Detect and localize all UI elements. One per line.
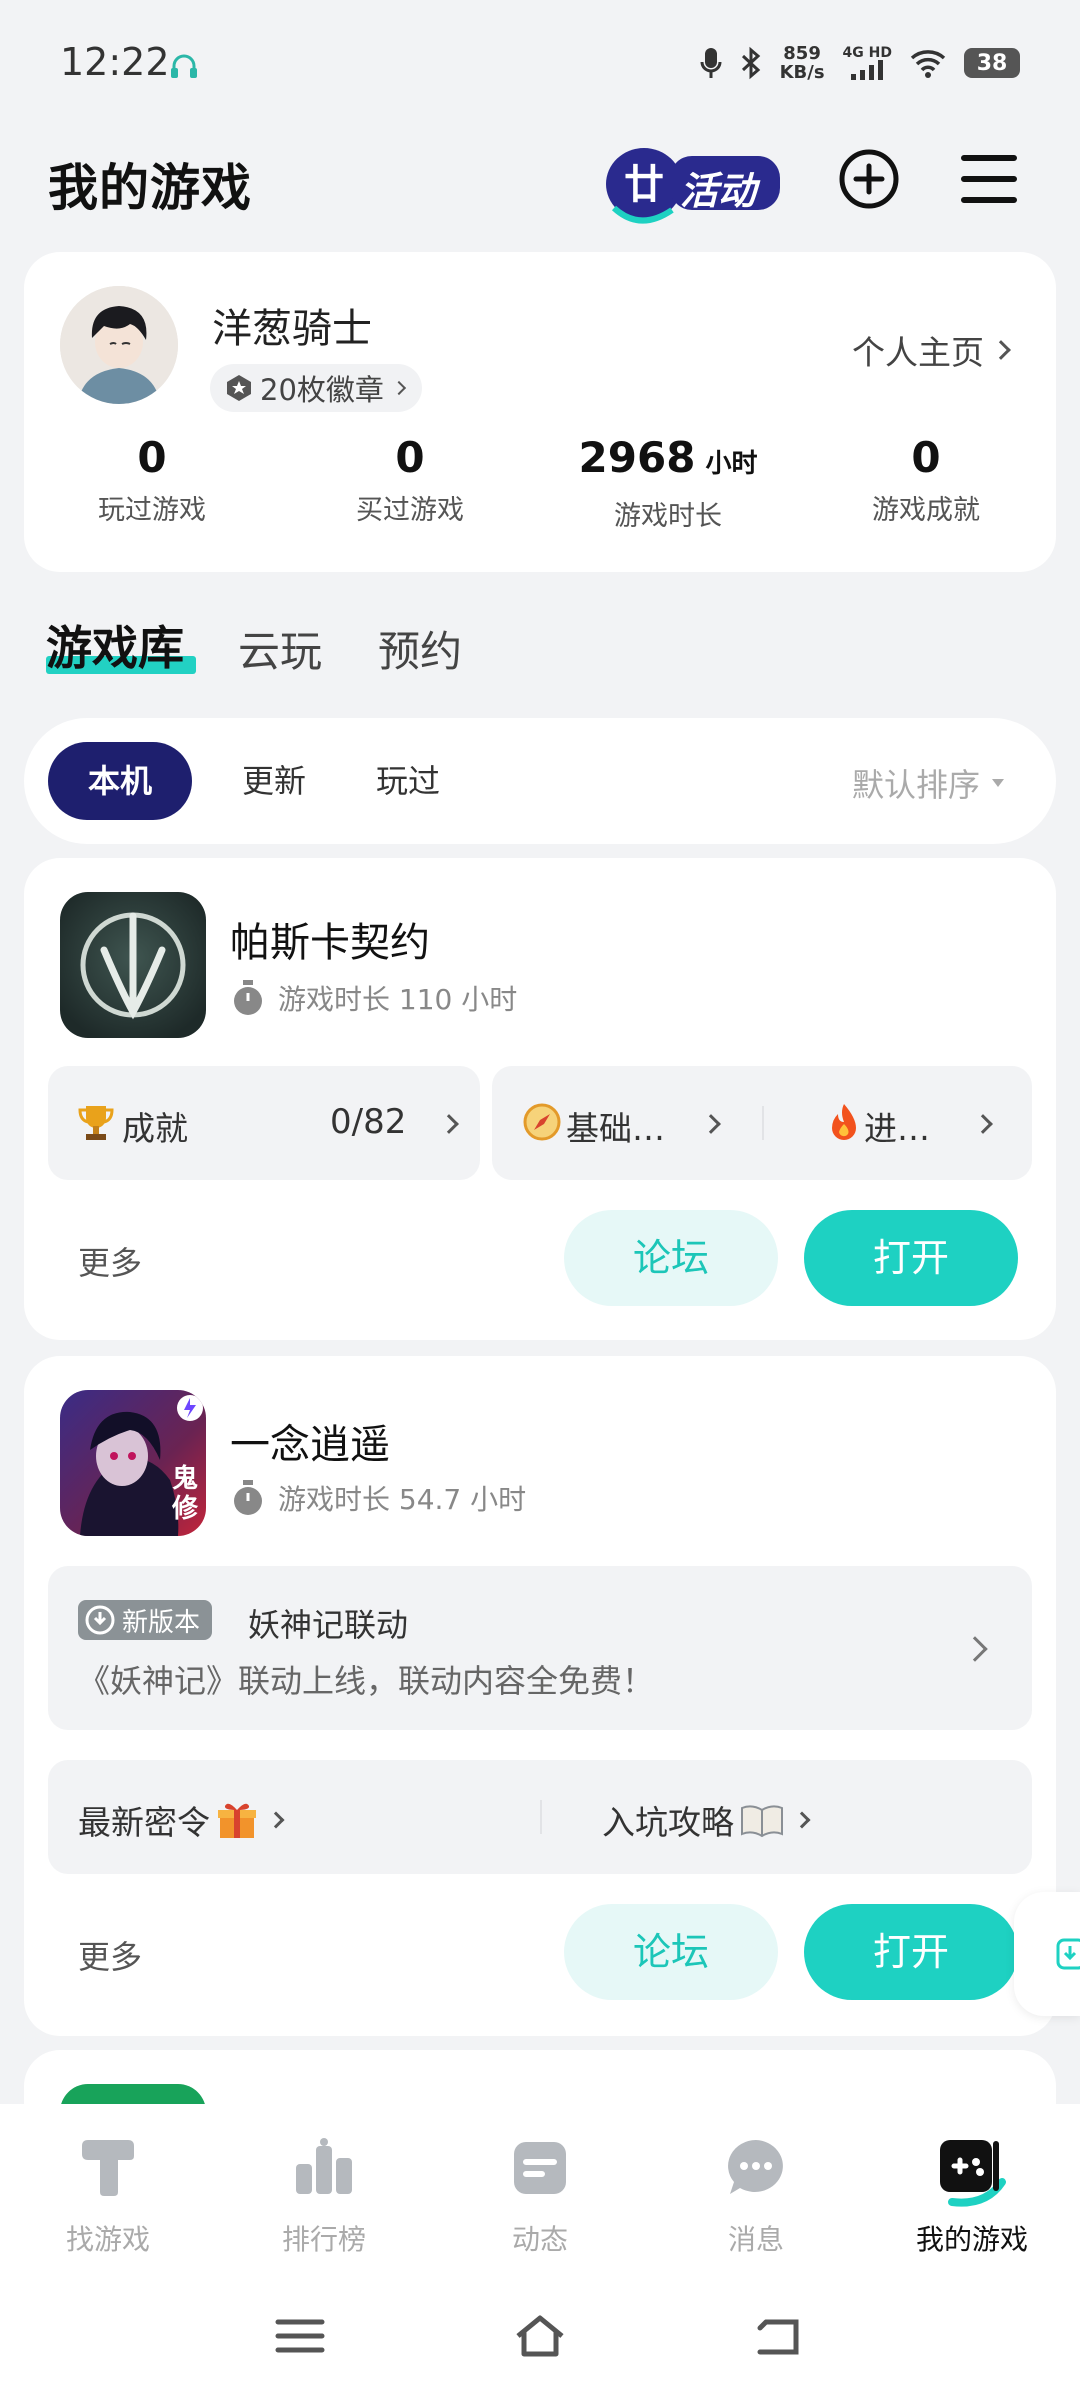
floating-download-button[interactable] (1014, 1892, 1080, 2016)
add-icon[interactable] (838, 148, 900, 210)
game-icon[interactable]: 鬼修 (60, 1390, 206, 1536)
news-title: 妖神记联动 (248, 1606, 409, 1644)
username: 洋葱骑士 (212, 306, 372, 352)
more-button[interactable]: 更多 (78, 1932, 142, 1978)
badges-button[interactable]: 20枚徽章 (210, 364, 422, 412)
achievement-label: 成就 (122, 1109, 188, 1148)
chevron-right-icon (701, 1114, 721, 1134)
chevron-right-icon (391, 380, 406, 396)
divider (540, 1800, 542, 1834)
achievement-pill[interactable]: 成就 0/82 (48, 1066, 480, 1180)
nav-item-messages[interactable]: 消息 (676, 2136, 836, 2258)
feed-icon (514, 2142, 566, 2194)
chevron-right-icon (962, 1636, 988, 1662)
signal-icon: 4G HD (843, 46, 892, 80)
stat-played[interactable]: 0 玩过游戏 (42, 430, 262, 527)
net-speed: 859 KB/s (779, 43, 825, 83)
beginner-guide-link[interactable]: 入坑攻略 (602, 1796, 811, 1844)
game-name: 帕斯卡契约 (230, 920, 430, 966)
nav-item-find-games[interactable]: 找游戏 (28, 2136, 188, 2258)
activity-badge[interactable]: 廿 活动 (600, 136, 786, 228)
badges-label: 20枚徽章 (260, 373, 384, 407)
download-icon (1056, 1938, 1080, 1970)
tab-cloud-play[interactable]: 云玩 (238, 618, 322, 679)
nav-item-my-games[interactable]: 我的游戏 (892, 2136, 1052, 2258)
nav-item-ranking[interactable]: 排行榜 (244, 2136, 404, 2258)
sort-dropdown[interactable]: 默认排序 (852, 760, 1006, 806)
mic-icon (700, 48, 722, 78)
filter-chip-updates[interactable]: 更新 (224, 742, 324, 820)
ranking-icon (296, 2138, 352, 2194)
chevron-right-icon (267, 1811, 285, 1829)
menu-icon[interactable] (958, 148, 1020, 210)
gift-icon (218, 1803, 256, 1838)
open-button[interactable]: 打开 (804, 1210, 1018, 1306)
forum-button[interactable]: 论坛 (564, 1210, 778, 1306)
stat-achievements[interactable]: 0 游戏成就 (816, 430, 1036, 527)
back-button[interactable] (752, 2314, 804, 2358)
my-games-icon (940, 2140, 1006, 2207)
more-button[interactable]: 更多 (78, 1238, 142, 1284)
battery-indicator: 38 (964, 48, 1020, 78)
headset-icon (171, 54, 197, 78)
homepage-label: 个人主页 (852, 333, 984, 372)
recent-apps-button[interactable] (274, 2314, 326, 2358)
game-name: 一念逍遥 (230, 1422, 390, 1468)
fire-icon (832, 1104, 856, 1140)
message-icon (728, 2140, 783, 2194)
avatar[interactable] (60, 286, 178, 404)
chevron-right-icon (991, 340, 1011, 360)
divider (762, 1106, 764, 1140)
chevron-right-icon (973, 1114, 993, 1134)
sort-label: 默认排序 (851, 766, 980, 804)
chevron-right-icon (793, 1811, 811, 1829)
svg-text:廿: 廿 (624, 162, 664, 208)
stopwatch-icon (234, 1480, 262, 1515)
status-right: 859 KB/s 4G HD 38 (700, 44, 1020, 82)
homepage-link[interactable]: 个人主页 (852, 326, 1011, 374)
find-games-icon (82, 2140, 134, 2196)
game-icon[interactable] (60, 892, 206, 1038)
status-time: 12:22 (60, 40, 170, 84)
guide-link-basic[interactable]: 基础… (566, 1102, 665, 1150)
wifi-icon (910, 50, 946, 78)
book-icon (741, 1805, 783, 1838)
home-button[interactable] (514, 2314, 566, 2358)
forum-button[interactable]: 论坛 (564, 1904, 778, 2000)
stat-playtime[interactable]: 2968 小时 游戏时长 (558, 430, 778, 533)
bluetooth-icon (741, 46, 760, 80)
playtime: 游戏时长 54.7 小时 (230, 1478, 526, 1518)
nav-item-feed[interactable]: 动态 (460, 2136, 620, 2258)
news-description: 《妖神记》联动上线，联动内容全免费！ (78, 1662, 655, 1700)
filter-chip-played[interactable]: 玩过 (358, 742, 458, 820)
playtime: 游戏时长 110 小时 (230, 978, 517, 1018)
latest-code-link[interactable]: 最新密令 (78, 1796, 285, 1844)
stat-bought[interactable]: 0 买过游戏 (300, 430, 520, 527)
guides-pill: 基础… 进… (492, 1066, 1032, 1180)
medal-icon (227, 375, 251, 401)
guide-link-advanced[interactable]: 进… (864, 1102, 930, 1150)
news-banner[interactable]: 新版本 妖神记联动 《妖神记》联动上线，联动内容全免费！ (48, 1566, 1032, 1730)
trophy-icon (78, 1106, 114, 1140)
stopwatch-icon (234, 980, 262, 1015)
open-button[interactable]: 打开 (804, 1904, 1018, 2000)
activity-label: 活动 (680, 169, 757, 213)
compass-icon (523, 1103, 561, 1141)
caret-down-icon (992, 779, 1004, 787)
update-icon (85, 1605, 115, 1635)
page-title: 我的游戏 (48, 159, 252, 217)
new-version-tag: 新版本 (78, 1600, 213, 1640)
tab-reservation[interactable]: 预约 (378, 618, 462, 679)
chevron-right-icon (439, 1114, 459, 1134)
achievement-value: 0/82 (330, 1102, 407, 1142)
filter-chip-local[interactable]: 本机 (48, 742, 192, 820)
game-icon-label: 鬼修 (172, 1464, 199, 1524)
tab-library[interactable]: 游戏库 (46, 612, 184, 678)
quick-links: 最新密令 入坑攻略 (48, 1760, 1032, 1874)
